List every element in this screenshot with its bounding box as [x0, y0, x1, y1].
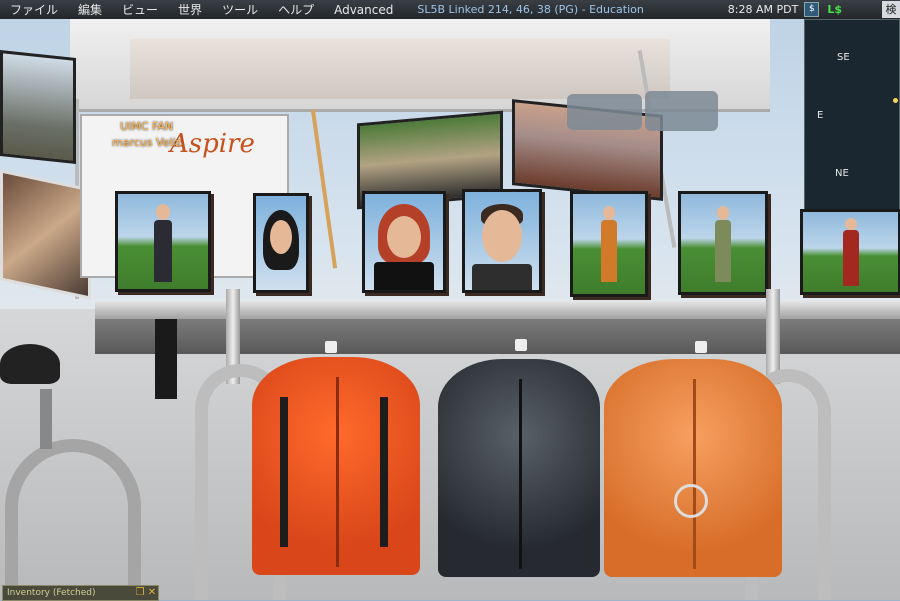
menu-help[interactable]: ヘルプ: [268, 1, 324, 18]
hanger-hook: [515, 339, 527, 351]
avatar-portrait[interactable]: [570, 191, 648, 297]
position-marker-icon: [893, 98, 898, 103]
minimap[interactable]: SE E NE: [804, 19, 900, 211]
buy-currency-icon[interactable]: $: [804, 2, 820, 17]
hanger-hook: [325, 341, 337, 353]
avatar-portrait[interactable]: [253, 193, 309, 293]
close-icon[interactable]: ✕: [146, 586, 158, 600]
location-readout[interactable]: SL5B Linked 214, 46, 38 (PG) - Education: [417, 3, 643, 16]
clock: 8:28 AM PDT: [727, 3, 799, 16]
inventory-title: Inventory (Fetched): [7, 588, 96, 598]
menu-view[interactable]: ビュー: [112, 1, 168, 18]
chair-leg: [40, 389, 52, 449]
avatar-group: UIMC FAN: [120, 120, 174, 133]
balance[interactable]: L$: [827, 3, 842, 16]
compass-e: E: [817, 110, 824, 121]
hat-object[interactable]: [0, 344, 60, 384]
chat-bubble: [567, 94, 642, 130]
hanger-hook: [695, 341, 707, 353]
minimize-icon[interactable]: ❐: [134, 586, 146, 600]
menu-advanced[interactable]: Advanced: [324, 3, 403, 17]
avatar-portrait[interactable]: [800, 209, 900, 295]
avatar-name: marcus Veliz: [112, 136, 182, 149]
avatar-portrait[interactable]: [678, 191, 768, 295]
avatar-portrait[interactable]: [362, 191, 446, 293]
status-area: 8:28 AM PDT $ L$ 検: [728, 0, 900, 19]
avatar-hover-name: UIMC FAN marcus Veliz: [112, 119, 181, 151]
menu-world[interactable]: 世界: [168, 1, 212, 18]
menu-tools[interactable]: ツール: [212, 1, 268, 18]
avatar-portrait[interactable]: [115, 191, 211, 292]
inventory-window-tab[interactable]: Inventory (Fetched) ❐ ✕: [2, 585, 159, 601]
jacket-orange[interactable]: [252, 357, 420, 575]
jacket-black-leather[interactable]: [438, 359, 600, 577]
canopy-inner: [130, 39, 670, 99]
avatar-portrait[interactable]: [462, 189, 542, 293]
search-button[interactable]: 検: [882, 1, 900, 18]
photo-trees[interactable]: [0, 50, 76, 164]
chat-bubble: [645, 91, 718, 131]
aspire-sign-text: Aspire: [170, 129, 255, 159]
menu-bar: ファイル 編集 ビュー 世界 ツール ヘルプ Advanced SL5B Lin…: [0, 0, 900, 19]
chair-arch: [5, 439, 141, 600]
photo-interior[interactable]: [0, 169, 91, 300]
menu-edit[interactable]: 編集: [68, 1, 112, 18]
jacket-orange-leather[interactable]: [604, 359, 782, 577]
avatar-legs[interactable]: [155, 319, 177, 399]
compass-se: SE: [837, 52, 850, 63]
menu-file[interactable]: ファイル: [0, 1, 68, 18]
compass-ne: NE: [835, 168, 849, 179]
world-view[interactable]: Aspire UIMC FAN marcus Veliz SE E NE: [0, 19, 900, 600]
